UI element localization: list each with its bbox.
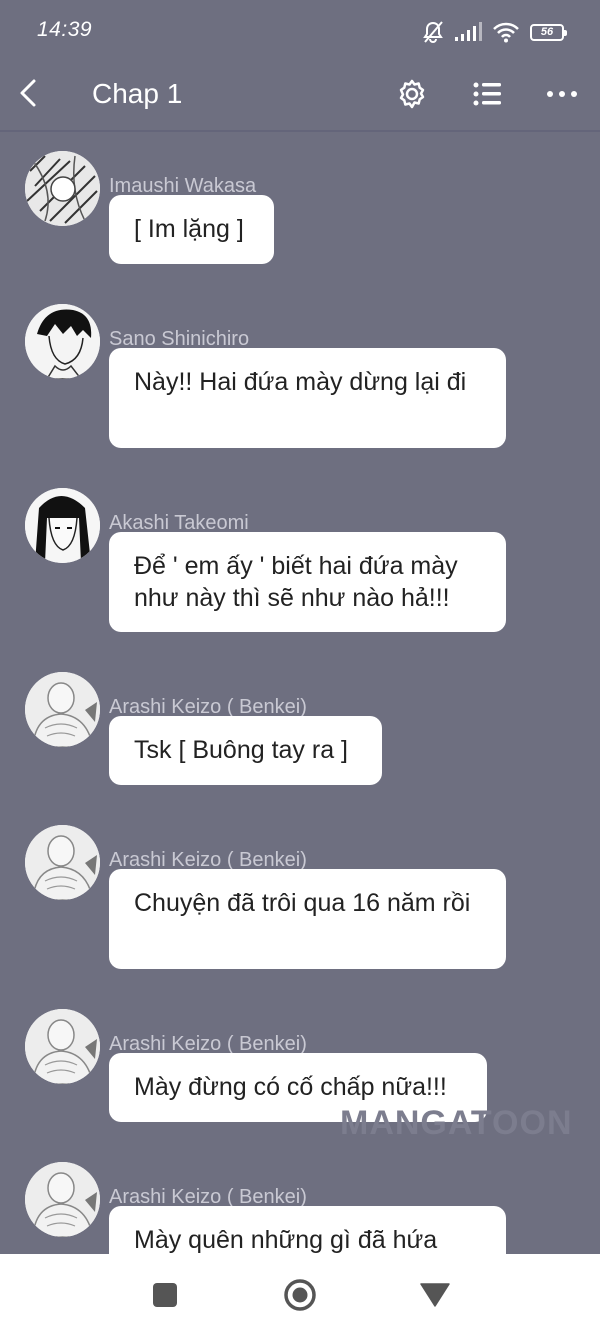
message-bubble: Tsk [ Buông tay ra ] [109,716,382,785]
message-bubble: Này!! Hai đứa mày dừng lại đi [109,348,506,448]
more-dots-icon [547,91,577,97]
bell-mute-icon [422,20,444,44]
message-bubble: Để ' em ấy ' biết hai đứa mày như này th… [109,532,506,632]
settings-button[interactable] [394,76,430,112]
more-button[interactable] [544,76,580,112]
avatar[interactable] [25,672,100,747]
page-title: Chap 1 [92,78,183,109]
app-header: Chap 1 [0,64,600,130]
battery-icon: 56 [530,23,567,41]
home-button[interactable] [283,1278,317,1317]
avatar[interactable] [25,825,100,900]
back-button[interactable] [14,76,44,110]
avatar[interactable] [25,304,100,379]
back-triangle-icon [420,1283,450,1307]
system-nav-bar [0,1254,600,1333]
signal-icon [454,22,482,42]
message-bubble: Mày quên những gì đã hứa [109,1206,506,1254]
watermark: MANGATOON [340,1104,573,1142]
wifi-icon [492,21,520,43]
benkei-avatar [25,672,100,747]
home-circle-icon [284,1279,316,1311]
avatar[interactable] [25,488,100,563]
avatar[interactable] [25,1009,100,1084]
back-nav-button[interactable] [420,1283,450,1312]
shinichiro-avatar [25,304,100,379]
benkei-avatar [25,1162,100,1237]
benkei-avatar [25,825,100,900]
avatar[interactable] [25,151,100,226]
wakasa-avatar [25,151,100,226]
gear-icon [399,79,425,109]
status-time: 14:39 [37,18,93,41]
list-icon [473,82,501,106]
message-bubble: Chuyện đã trôi qua 16 năm rồi [109,869,506,969]
message-bubble: [ Im lặng ] [109,195,274,264]
chat-list[interactable]: Imaushi Wakasa [ Im lặng ] Sano Shinichi… [0,132,600,1254]
benkei-avatar [25,1009,100,1084]
status-bar: 14:39 56 [0,0,600,64]
avatar[interactable] [25,1162,100,1237]
back-chevron-icon [20,79,36,107]
takeomi-avatar [25,488,100,563]
recents-button[interactable] [152,1282,178,1313]
status-icons: 56 [422,20,567,44]
chapter-list-button[interactable] [469,76,505,112]
recents-square-icon [153,1283,177,1307]
